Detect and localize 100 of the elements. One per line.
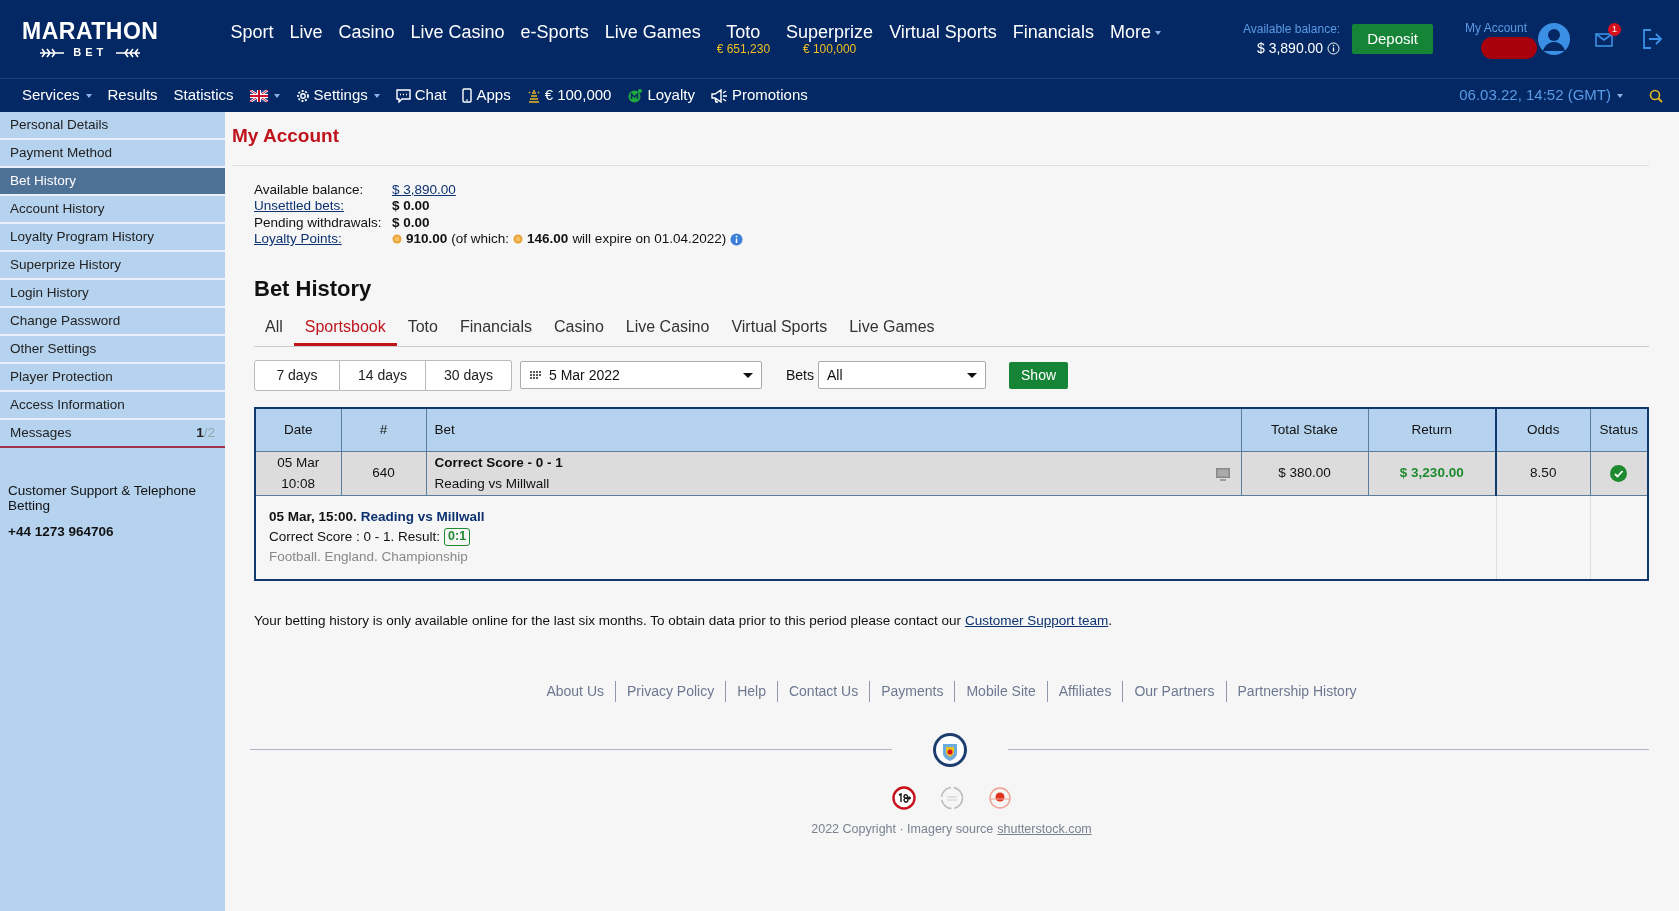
bet-number: 640 [372, 465, 395, 481]
tab[interactable]: Financials [448, 312, 543, 346]
jackpot-amount: € 100,000 [802, 42, 857, 57]
target-seal-icon[interactable] [987, 785, 1012, 810]
sidebar-item[interactable]: Access Information [0, 392, 225, 420]
coin-icon [392, 234, 402, 245]
logo-wordmark[interactable]: MARATHON [22, 20, 159, 43]
sidebar-item[interactable]: Login History [0, 280, 225, 308]
show-button[interactable]: Show [1009, 361, 1069, 389]
footer-link[interactable]: Payments [869, 680, 955, 702]
message-total: /2 [203, 424, 215, 440]
column-header: # [341, 407, 426, 452]
nav-link[interactable]: Settings [295, 84, 380, 107]
calendar-dots-icon [529, 370, 543, 380]
market-text: Correct Score : 0 - 1. Result: [269, 528, 441, 546]
deposit-button[interactable]: Deposit [1352, 23, 1433, 55]
nav-link[interactable]: e-Sports [520, 23, 589, 57]
nav-link[interactable]: Promotions [710, 84, 808, 107]
support-phone: +44 1273 964706 [7, 522, 115, 541]
column-header: Total Stake [1241, 407, 1368, 452]
tab[interactable]: Sportsbook [293, 312, 397, 346]
language-selector[interactable] [249, 89, 280, 102]
column-header: Date [255, 407, 341, 452]
nav-link[interactable]: Loyalty [627, 84, 695, 107]
nav-link[interactable]: Apps [462, 84, 511, 107]
footer-link[interactable]: Our Partners [1122, 680, 1226, 702]
footer-link[interactable]: Privacy Policy [615, 680, 726, 702]
nav-link[interactable]: Live [289, 23, 323, 57]
summary-link[interactable]: Loyalty Points: [254, 231, 342, 248]
copyright-text: 2022 Copyright · Imagery source [811, 820, 994, 838]
mail-icon[interactable] [1595, 32, 1613, 47]
gear-icon [295, 88, 310, 103]
tab[interactable]: Toto [396, 312, 449, 346]
tab[interactable]: All [254, 312, 294, 346]
bets-select[interactable]: All [818, 361, 986, 389]
summary-label: Available balance: [254, 181, 364, 198]
sidebar-item[interactable]: Other Settings [0, 336, 225, 364]
date-select[interactable]: 5 Mar 2022 [520, 361, 762, 389]
nav-link[interactable]: Live Games [604, 23, 701, 57]
footer-link[interactable]: About Us [535, 680, 615, 702]
avatar-icon[interactable] [1537, 22, 1571, 56]
sidebar-item[interactable]: Account History [0, 196, 225, 224]
laurel-icon [39, 47, 66, 58]
age-limit-icon[interactable] [891, 785, 916, 810]
match-link[interactable]: Reading vs Millwall [360, 508, 485, 526]
period-button[interactable]: 14 days [340, 359, 426, 391]
menu-label: Messages [10, 423, 72, 442]
logo-subtitle: BET [73, 47, 108, 58]
column-header: Bet [426, 407, 1241, 452]
info-icon[interactable] [730, 232, 744, 246]
footer-link[interactable]: Help [725, 680, 777, 702]
nav-link[interactable]: Statistics [173, 84, 234, 107]
balance-value: $ 3,890.00 [1256, 38, 1324, 58]
sidebar-item[interactable]: Loyalty Program History [0, 224, 225, 252]
nav-link[interactable]: Sport [230, 23, 274, 57]
summary-link[interactable]: Unsettled bets: [254, 198, 345, 215]
chat-bubble-icon [395, 88, 411, 103]
bet-selection: Correct Score - 0 - 1 [434, 454, 564, 473]
sidebar-item[interactable]: Superprize History [0, 252, 225, 280]
sidebar-item[interactable]: Player Protection [0, 364, 225, 392]
tab[interactable]: Virtual Sports [720, 312, 839, 346]
phone-icon [462, 88, 473, 103]
event-name: Reading vs Millwall [434, 474, 551, 493]
nav-link[interactable]: More [1109, 23, 1161, 57]
nav-link[interactable]: Casino [338, 23, 395, 57]
monitor-icon[interactable] [1214, 466, 1231, 481]
tab[interactable]: Casino [543, 312, 615, 346]
sidebar-item[interactable]: Personal Details [0, 112, 225, 140]
tab[interactable]: Live Games [838, 312, 946, 346]
unread-count: 1 [196, 424, 204, 440]
footer-link[interactable]: Mobile Site [954, 680, 1047, 702]
footer-link[interactable]: Contact Us [776, 680, 870, 702]
sidebar-item[interactable]: Bet History [0, 168, 225, 196]
clock-selector[interactable]: 06.03.22, 14:52 (GMT) [1459, 84, 1623, 107]
nav-link[interactable]: Superprize € 100,000 [786, 23, 874, 57]
nav-link[interactable]: Toto € 651,230 [716, 23, 771, 57]
sidebar-item[interactable]: Change Password [0, 308, 225, 336]
nav-link[interactable]: Results [107, 84, 158, 107]
logout-icon[interactable] [1641, 28, 1663, 50]
sidebar-item[interactable]: Messages 1/2 [0, 420, 225, 448]
nav-link[interactable]: Chat [395, 84, 447, 107]
period-button[interactable]: 30 days [426, 359, 512, 391]
balance-link[interactable]: $ 3,890.00 [392, 181, 456, 198]
nav-link[interactable]: Live Casino [410, 23, 505, 57]
nav-link[interactable]: Financials [1012, 23, 1094, 57]
summary-value: $ 0.00 [392, 214, 431, 231]
footer-link[interactable]: Partnership History [1225, 680, 1368, 702]
nav-link[interactable]: Services [22, 84, 92, 107]
nav-link[interactable]: € 100,000 [526, 84, 612, 107]
jackpot-amount: € 651,230 [716, 42, 771, 57]
my-account-link[interactable]: My Account [1465, 19, 1537, 37]
search-icon[interactable] [1649, 88, 1663, 103]
period-button[interactable]: 7 days [254, 359, 340, 391]
tab[interactable]: Live Casino [614, 312, 721, 346]
support-label: Customer Support & Telephone Betting [7, 482, 198, 515]
nav-link[interactable]: Virtual Sports [889, 23, 997, 57]
crest-icon[interactable] [931, 731, 968, 768]
laurel-icon [115, 47, 142, 58]
source-link[interactable]: shutterstock.com [997, 819, 1092, 839]
footer-link[interactable]: Affiliates [1046, 680, 1123, 702]
